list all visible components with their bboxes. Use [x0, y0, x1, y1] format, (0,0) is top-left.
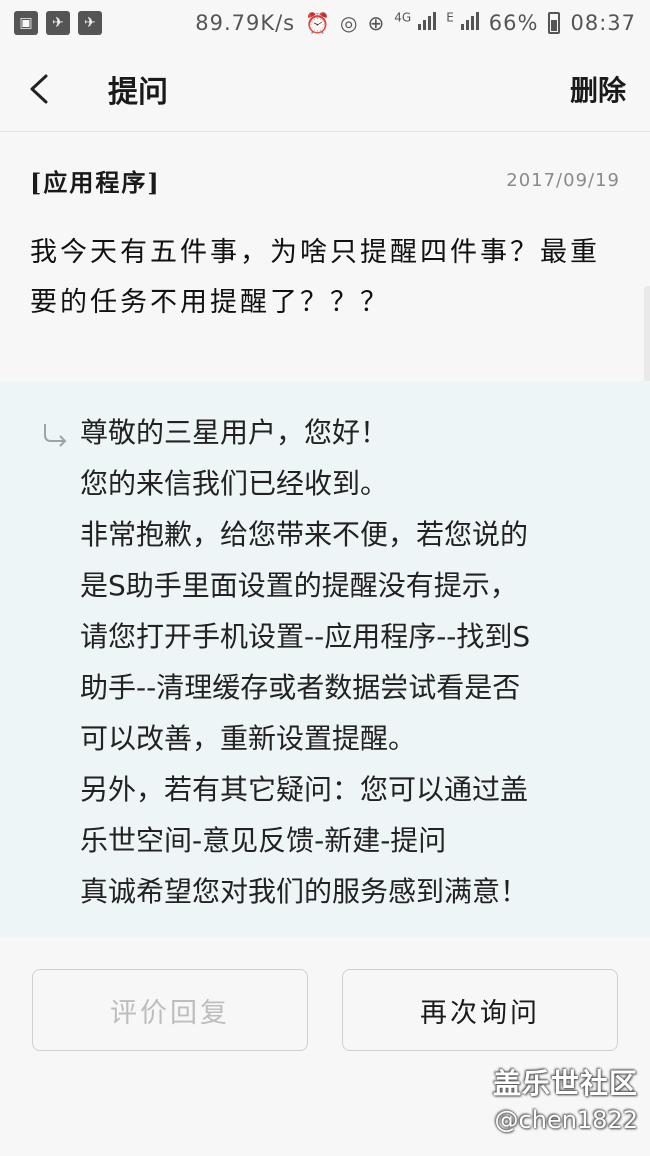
- reply-arrow-icon: [40, 421, 70, 451]
- bird-notification-icon-2: ✈: [78, 11, 102, 35]
- question-meta: [应用程序] 2017/09/19: [30, 163, 620, 198]
- wifi-icon: ◎: [340, 11, 358, 35]
- watermark-user: @chen1822: [494, 1106, 638, 1134]
- notification-icons: ▣ ✈ ✈: [14, 11, 102, 35]
- reply-line: 非常抱歉，给您带来不便，若您说的: [80, 518, 529, 551]
- alarm-icon: ⏰: [305, 11, 331, 35]
- ask-again-button[interactable]: 再次询问: [342, 969, 618, 1051]
- globe-icon: ⊕: [367, 11, 385, 35]
- signal-icon-2: [460, 10, 479, 30]
- reply-arrow-svg: [44, 424, 67, 447]
- back-arrow-icon[interactable]: [24, 69, 54, 109]
- clock: 08:37: [570, 11, 636, 35]
- reply-line: 可以改善，重新设置提醒。: [80, 722, 417, 755]
- page-title: 提问: [108, 74, 168, 110]
- reply-line: 是S助手里面设置的提醒没有提示，: [80, 569, 518, 602]
- status-bar: ▣ ✈ ✈ 89.79K/s ⏰ ◎ ⊕ 4G E 66% 08:37: [0, 0, 650, 46]
- status-indicators: 89.79K/s ⏰ ◎ ⊕ 4G E 66% 08:37: [195, 10, 636, 36]
- battery-icon: [548, 12, 561, 34]
- gallery-notification-icon: ▣: [14, 11, 38, 35]
- reply-body: 尊敬的三星用户，您好！ 您的来信我们已经收到。 非常抱歉，给您带来不便，若您说的…: [80, 407, 530, 937]
- battery-percent: 66%: [488, 11, 539, 35]
- reply-line: 请您打开手机设置--应用程序--找到S: [80, 620, 531, 653]
- reply-line: 助手--清理缓存或者数据尝试看是否: [80, 671, 521, 704]
- question-date: 2017/09/19: [506, 170, 620, 191]
- back-arrow-svg: [30, 74, 48, 103]
- reply-line: 真诚希望您对我们的服务感到满意！: [80, 875, 529, 908]
- question-section: [应用程序] 2017/09/19 我今天有五件事，为啥只提醒四件事？最重要的任…: [0, 133, 650, 381]
- reply-line: 另外，若有其它疑问：您可以通过盖: [80, 773, 529, 806]
- question-category: [应用程序]: [30, 168, 161, 197]
- network-speed: 89.79K/s: [195, 11, 296, 35]
- reply-line: 乐世空间-意见反馈-新建-提问: [80, 824, 447, 857]
- bird-notification-icon: ✈: [46, 11, 70, 35]
- signal-icon: [418, 10, 437, 30]
- reply-section: 尊敬的三星用户，您好！ 您的来信我们已经收到。 非常抱歉，给您带来不便，若您说的…: [0, 381, 650, 937]
- question-text: 我今天有五件事，为啥只提醒四件事？最重要的任务不用提醒了？？？: [30, 237, 600, 318]
- watermark-title: 盖乐世社区: [492, 1067, 638, 1100]
- delete-button[interactable]: 删除: [570, 69, 626, 109]
- app-header: 提问 删除: [0, 46, 650, 132]
- rate-reply-button[interactable]: 评价回复: [32, 969, 308, 1051]
- reply-line: 您的来信我们已经收到。: [80, 467, 389, 500]
- network-type-4g: 4G: [394, 10, 437, 36]
- reply-line: 尊敬的三星用户，您好！: [80, 416, 389, 449]
- action-buttons: 评价回复 再次询问: [32, 969, 618, 1051]
- network-type-e: E: [446, 10, 479, 36]
- watermark: 盖乐世社区 @chen1822: [493, 1062, 638, 1134]
